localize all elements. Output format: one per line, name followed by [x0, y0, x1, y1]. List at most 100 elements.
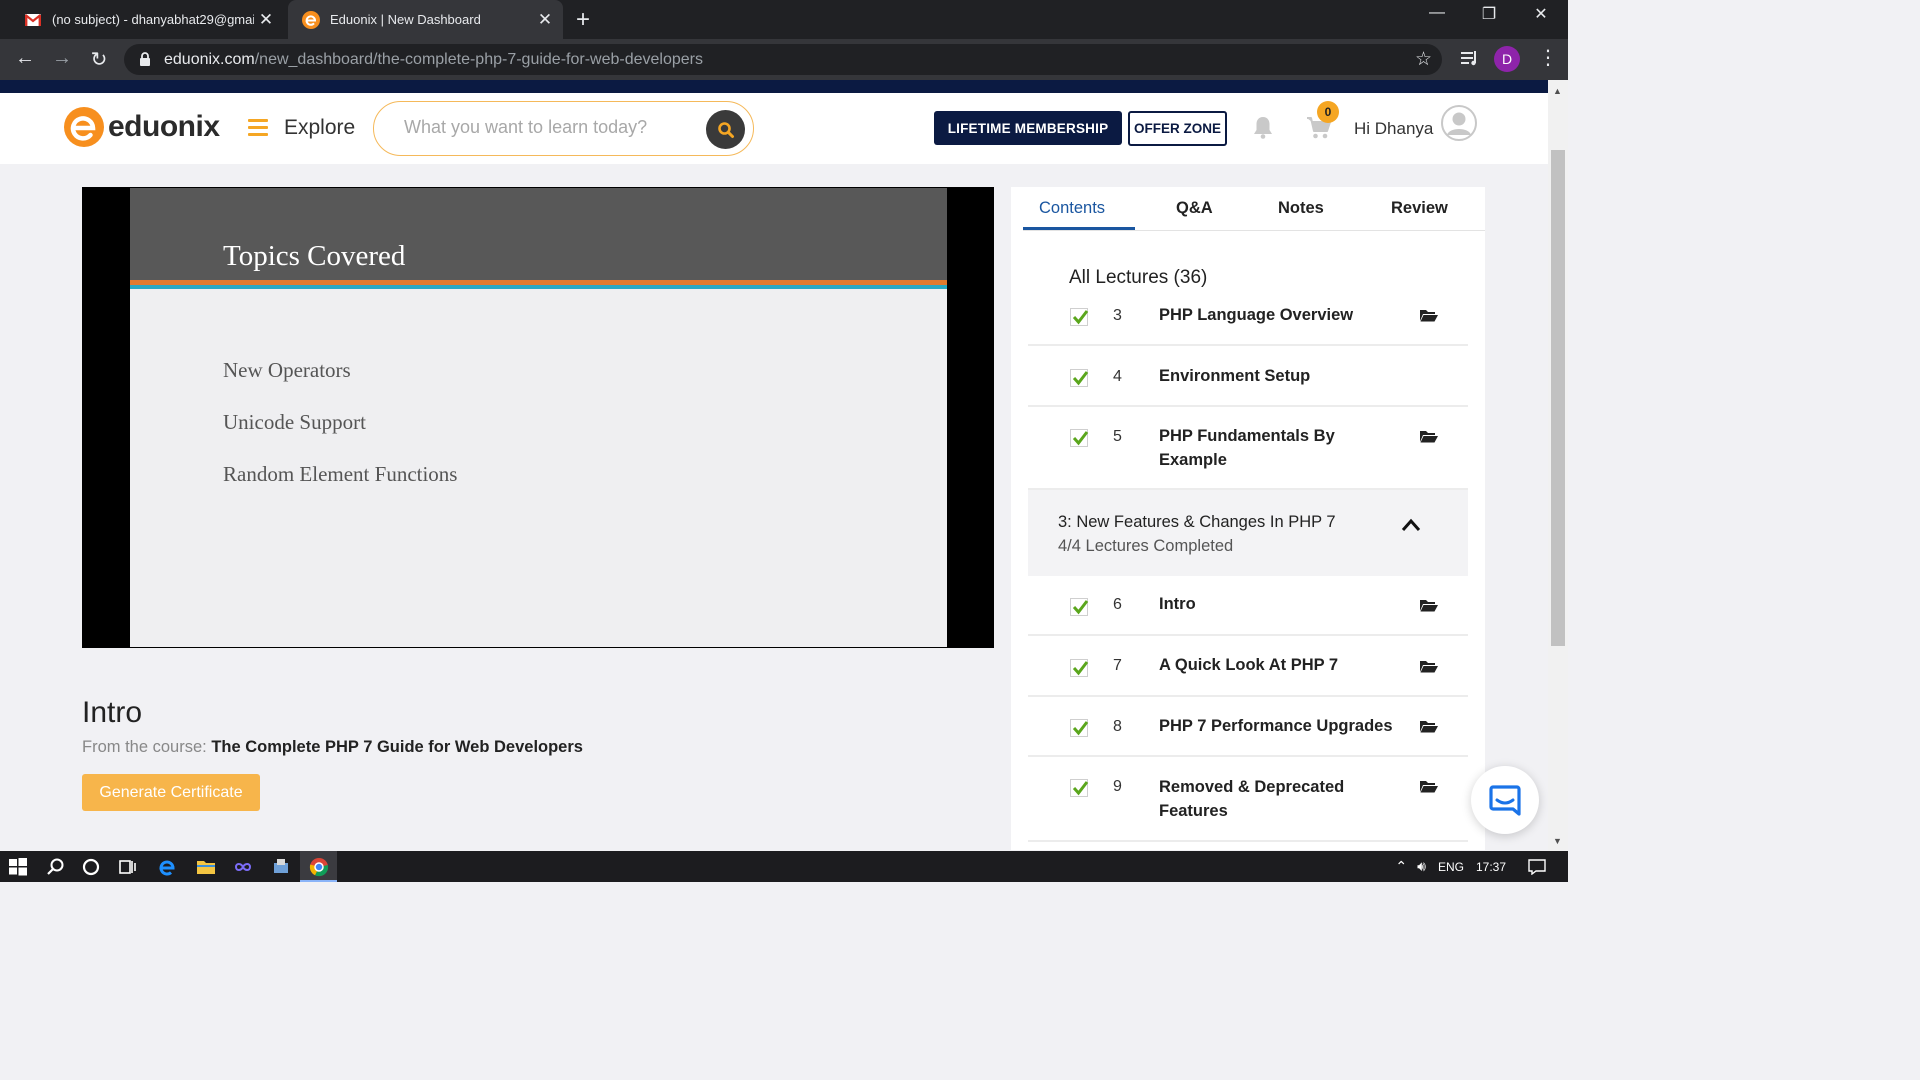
close-tab-icon[interactable]: ✕: [254, 10, 278, 30]
search-box: [373, 101, 754, 156]
volume-icon[interactable]: 🔊︎: [1417, 858, 1426, 875]
folder-open-icon[interactable]: [1420, 598, 1438, 612]
chevron-up-icon[interactable]: [1401, 518, 1421, 532]
close-window-icon[interactable]: ✕: [1518, 4, 1564, 24]
system-tray: ⌃ 🔊︎ ENG 17:37: [1395, 851, 1568, 882]
search-icon[interactable]: [46, 857, 66, 877]
browser-tab-gmail[interactable]: (no subject) - dhanyabhat29@gmail.com ✕: [10, 0, 284, 39]
lecture-row[interactable]: 5 PHP Fundamentals By Example: [1028, 407, 1468, 490]
user-avatar-icon[interactable]: [1441, 105, 1477, 141]
scroll-down-icon[interactable]: ▼: [1553, 836, 1562, 846]
lock-icon: [140, 52, 150, 66]
infinity-app-icon[interactable]: [233, 857, 253, 877]
app-icon[interactable]: [271, 857, 291, 877]
tray-chevron-up-icon[interactable]: ⌃: [1395, 858, 1407, 875]
lecture-number: 4: [1113, 368, 1122, 385]
video-player[interactable]: Topics Covered New Operators Unicode Sup…: [82, 187, 994, 648]
folder-open-icon[interactable]: [1420, 719, 1438, 733]
user-greeting[interactable]: Hi Dhanya: [1354, 119, 1433, 139]
browser-menu-icon[interactable]: ⋮: [1538, 45, 1558, 70]
lifetime-membership-button[interactable]: LIFETIME MEMBERSHIP: [934, 111, 1122, 145]
course-name[interactable]: The Complete PHP 7 Guide for Web Develop…: [211, 738, 583, 756]
slide-bullet: Unicode Support: [223, 410, 366, 434]
lecture-name[interactable]: PHP 7 Performance Upgrades: [1159, 714, 1409, 738]
hamburger-menu-icon[interactable]: [248, 119, 268, 140]
edge-icon[interactable]: [157, 857, 177, 877]
lecture-row[interactable]: 6 Intro: [1028, 576, 1468, 636]
bell-icon[interactable]: [1252, 115, 1274, 139]
tab-title: Eduonix | New Dashboard: [330, 12, 481, 27]
folder-open-icon[interactable]: [1420, 779, 1438, 793]
cortana-icon[interactable]: [81, 857, 101, 877]
bookmark-star-icon[interactable]: ☆: [1415, 48, 1432, 71]
folder-open-icon[interactable]: [1420, 308, 1438, 322]
lecture-row[interactable]: 3 PHP Language Overview: [1028, 289, 1468, 346]
tab-contents[interactable]: Contents: [1039, 199, 1105, 218]
lecture-name[interactable]: PHP Fundamentals By Example: [1159, 424, 1399, 472]
page-scrollbar[interactable]: ▲ ▼: [1548, 80, 1568, 851]
restore-icon[interactable]: ❐: [1466, 4, 1512, 24]
slide-stripe-teal: [130, 285, 947, 289]
search-icon: [717, 121, 734, 138]
media-control-icon[interactable]: [1460, 48, 1480, 68]
forward-icon[interactable]: →: [49, 47, 75, 70]
tab-review[interactable]: Review: [1391, 199, 1448, 218]
completed-checkbox[interactable]: [1070, 308, 1089, 326]
address-bar[interactable]: eduonix.com/new_dashboard/the-complete-p…: [124, 44, 1442, 75]
back-icon[interactable]: ←: [12, 47, 38, 70]
tab-title: (no subject) - dhanyabhat29@gmail.com: [52, 12, 254, 27]
lecture-name[interactable]: Environment Setup: [1159, 364, 1399, 388]
task-view-icon[interactable]: [118, 857, 138, 877]
search-button[interactable]: [706, 110, 745, 149]
search-input[interactable]: [404, 117, 694, 138]
reload-icon[interactable]: ↻: [86, 47, 112, 72]
browser-toolbar: ← → ↻ eduonix.com/new_dashboard/the-comp…: [0, 39, 1568, 80]
browser-tab-eduonix[interactable]: Eduonix | New Dashboard ✕: [288, 0, 563, 39]
browser-tab-bar: (no subject) - dhanyabhat29@gmail.com ✕ …: [0, 0, 1568, 39]
lecture-number: 7: [1113, 657, 1122, 674]
completed-checkbox[interactable]: [1070, 598, 1089, 616]
tab-notes[interactable]: Notes: [1278, 199, 1324, 218]
explore-link[interactable]: Explore: [284, 116, 355, 140]
minimize-icon[interactable]: —: [1414, 4, 1460, 22]
profile-avatar[interactable]: D: [1494, 46, 1520, 72]
completed-checkbox[interactable]: [1070, 719, 1089, 737]
lecture-number: 9: [1113, 778, 1122, 795]
windows-start-icon[interactable]: [8, 857, 28, 877]
lecture-name[interactable]: Removed & Deprecated Features: [1159, 775, 1399, 823]
lecture-name[interactable]: PHP Language Overview: [1159, 303, 1399, 327]
section-header[interactable]: 3: New Features & Changes In PHP 7 4/4 L…: [1028, 490, 1468, 576]
taskbar-chrome-active[interactable]: [300, 851, 337, 882]
folder-open-icon[interactable]: [1420, 659, 1438, 673]
notification-icon[interactable]: [1528, 858, 1546, 875]
file-explorer-icon[interactable]: [196, 857, 216, 877]
lecture-row[interactable]: 8 PHP 7 Performance Upgrades: [1028, 697, 1468, 757]
completed-checkbox[interactable]: [1070, 369, 1089, 387]
lecture-row[interactable]: 7 A Quick Look At PHP 7: [1028, 636, 1468, 697]
lecture-name[interactable]: A Quick Look At PHP 7: [1159, 653, 1399, 677]
lecture-row[interactable]: 9 Removed & Deprecated Features: [1028, 757, 1468, 842]
slide-title: Topics Covered: [223, 240, 406, 272]
slide-bullet: New Operators: [223, 358, 351, 382]
lecture-row[interactable]: 4 Environment Setup: [1028, 346, 1468, 407]
scrollbar-thumb[interactable]: [1551, 150, 1565, 646]
completed-checkbox[interactable]: [1070, 429, 1089, 447]
scroll-up-icon[interactable]: ▲: [1553, 86, 1562, 96]
site-header: eduonix Explore LIFETIME MEMBERSHIP OFFE…: [0, 93, 1548, 164]
new-tab-button[interactable]: +: [576, 6, 590, 34]
input-language[interactable]: ENG: [1438, 860, 1464, 874]
eduonix-logo[interactable]: eduonix: [64, 107, 220, 147]
folder-open-icon[interactable]: [1420, 429, 1438, 443]
lecture-number: 8: [1113, 718, 1122, 735]
offer-zone-button[interactable]: OFFER ZONE: [1128, 111, 1227, 146]
completed-checkbox[interactable]: [1070, 659, 1089, 677]
close-tab-icon[interactable]: ✕: [533, 10, 557, 30]
slide-bullet: Random Element Functions: [223, 462, 458, 486]
chat-button[interactable]: [1471, 766, 1539, 834]
all-lectures-heading: All Lectures (36): [1069, 267, 1208, 288]
completed-checkbox[interactable]: [1070, 779, 1089, 797]
generate-certificate-button[interactable]: Generate Certificate: [82, 774, 260, 811]
clock-time[interactable]: 17:37: [1476, 860, 1506, 874]
tab-qa[interactable]: Q&A: [1176, 199, 1213, 218]
lecture-name[interactable]: Intro: [1159, 592, 1399, 616]
